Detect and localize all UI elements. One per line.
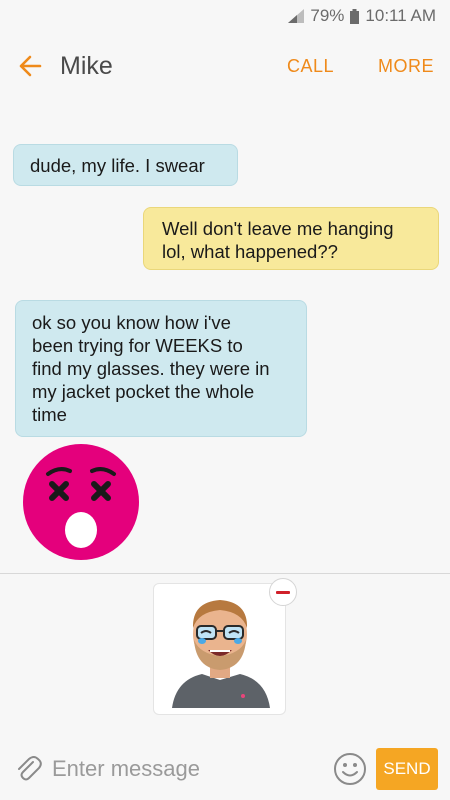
message-line: been trying for WEEKS to: [32, 335, 243, 356]
more-button[interactable]: MORE: [378, 56, 434, 77]
message-line: my jacket pocket the whole: [32, 381, 255, 402]
message-line: find my glasses. they were in: [32, 358, 270, 379]
incoming-message[interactable]: dude, my life. I swear: [13, 144, 238, 186]
incoming-message[interactable]: ok so you know how i've been trying for …: [15, 300, 307, 437]
message-line: ok so you know how i've: [32, 312, 231, 333]
avatar-sticker-icon: [172, 600, 270, 708]
status-bar: 79% 10:11 AM: [0, 0, 450, 32]
call-button[interactable]: CALL: [287, 56, 334, 77]
clock: 10:11 AM: [365, 6, 436, 25]
remove-attachment-button[interactable]: [269, 578, 297, 606]
message-composer: SEND: [0, 730, 450, 800]
arrow-left-icon: [19, 55, 42, 77]
message-line: lol, what happened??: [162, 241, 338, 262]
attachment-preview[interactable]: [153, 583, 286, 715]
minus-circle-icon: [276, 590, 290, 594]
back-button[interactable]: [0, 32, 60, 100]
send-button[interactable]: SEND: [376, 748, 438, 790]
battery-icon: [350, 8, 360, 24]
message-line: Well don't leave me hanging: [162, 218, 394, 239]
outgoing-message[interactable]: Well don't leave me hanging lol, what ha…: [143, 207, 439, 270]
dizzy-face-emoji-icon[interactable]: [23, 444, 139, 560]
battery-percent: 79%: [310, 6, 345, 25]
message-input[interactable]: [52, 752, 322, 786]
paperclip-icon[interactable]: [14, 754, 42, 782]
smiley-icon[interactable]: [333, 752, 367, 786]
message-text: dude, my life. I swear: [30, 155, 205, 176]
contact-name: Mike: [60, 51, 113, 80]
message-line: time: [32, 404, 67, 425]
app-header: Mike CALL MORE: [0, 32, 450, 100]
signal-icon: [288, 9, 305, 23]
header-actions: CALL MORE: [287, 32, 450, 100]
composer-divider: [0, 573, 450, 574]
